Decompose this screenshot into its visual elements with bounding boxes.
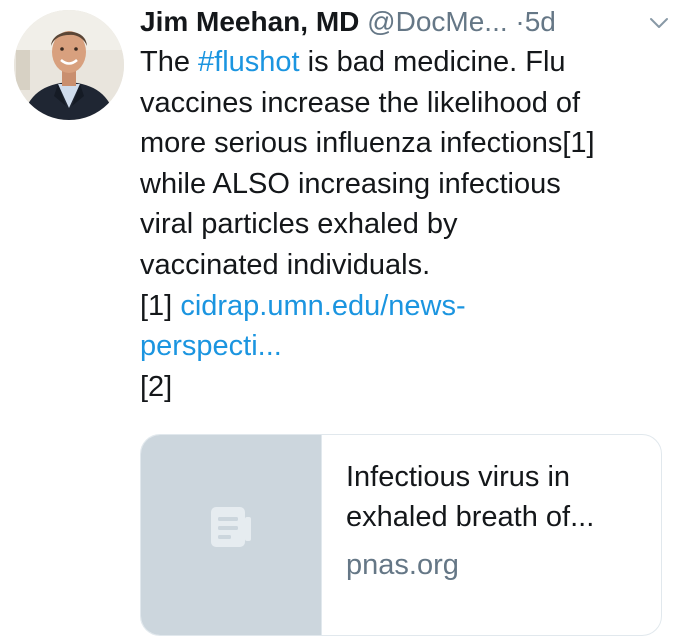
tweet-text-segment: is bad medicine. Flu (299, 46, 566, 78)
tweet-time[interactable]: 5d (525, 6, 556, 37)
reference-1-link-continued[interactable]: perspecti... (140, 330, 282, 362)
tweet-line-4: while ALSO increasing infectious (140, 167, 561, 200)
card-text: Infectious virus in exhaled breath of...… (346, 457, 646, 583)
document-icon (211, 507, 251, 547)
profile-photo (14, 10, 124, 120)
tweet-line-2: vaccines increase the likelihood of (140, 86, 581, 119)
card-title-line-2: exhaled breath of... (346, 501, 595, 533)
card-domain: pnas.org (346, 549, 459, 581)
tweet-text-segment: The (140, 46, 199, 78)
author-name[interactable]: Jim Meehan, MD (140, 6, 359, 37)
link-preview-card[interactable]: Infectious virus in exhaled breath of...… (140, 434, 662, 636)
separator: · (515, 6, 525, 37)
tweet-line-8: perspecti... (140, 326, 670, 367)
reference-1-link[interactable]: cidrap.umn.edu/news- (180, 290, 465, 322)
tweet-line-1: The #flushot is bad medicine. Flu (140, 42, 670, 83)
reference-1-label: [1] (140, 289, 181, 322)
hashtag-link[interactable]: #flushot (198, 46, 300, 78)
chevron-down-icon[interactable] (648, 12, 670, 34)
tweet-line-3: more serious influenza infections[1] (140, 127, 595, 160)
card-thumbnail (141, 435, 322, 635)
tweet-header: Jim Meehan, MD @DocMe... ·5d (140, 4, 680, 40)
reference-2-label: [2] (140, 370, 173, 403)
tweet-line-6: vaccinated individuals. (140, 248, 431, 281)
tweet-text: The #flushot is bad medicine. Flu vaccin… (140, 42, 670, 407)
author-handle[interactable]: @DocMe... (367, 6, 507, 37)
avatar[interactable] (14, 10, 124, 120)
tweet-line-7: [1] cidrap.umn.edu/news- (140, 286, 670, 327)
card-title-line-1: Infectious virus in (346, 461, 571, 493)
tweet-line-5: viral particles exhaled by (140, 208, 458, 241)
